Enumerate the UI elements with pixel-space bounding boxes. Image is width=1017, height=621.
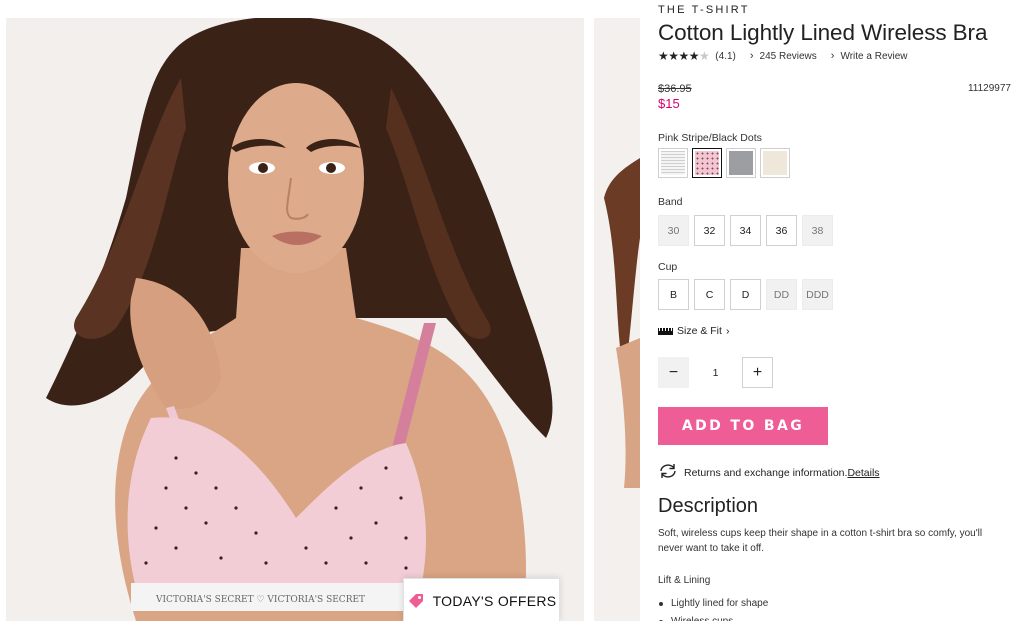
band-option-30[interactable]: 30 xyxy=(658,215,689,246)
product-photo-main[interactable]: VICTORIA'S SECRET ♡ VICTORIA'S SECRET xyxy=(6,18,584,621)
star-rating-icon: ★★★★★ xyxy=(658,49,710,63)
rating-row: ★★★★★ (4.1) › 245 Reviews › Write a Revi… xyxy=(658,49,908,63)
lift-lining-heading: Lift & Lining xyxy=(658,575,711,586)
ruler-icon xyxy=(658,327,673,335)
quantity-stepper: − 1 + xyxy=(658,357,773,388)
cup-option-c[interactable]: C xyxy=(694,279,725,310)
rating-value: (4.1) xyxy=(715,50,736,62)
cup-size-options: B C D DD DDD xyxy=(658,279,833,310)
quantity-decrease-button[interactable]: − xyxy=(658,357,689,388)
refresh-cycle-icon xyxy=(658,463,678,482)
todays-offers-label: TODAY'S OFFERS xyxy=(432,592,557,609)
lift-lining-list: Lightly lined for shape Wireless cups xyxy=(658,595,768,621)
model-photo-secondary xyxy=(594,18,640,621)
chevron-right-icon: › xyxy=(725,325,730,337)
reviews-link[interactable]: 245 Reviews xyxy=(760,51,817,62)
returns-info: Returns and exchange information.Details xyxy=(658,463,880,482)
size-fit-label: Size & Fit xyxy=(677,325,722,337)
product-photo-second[interactable] xyxy=(594,18,640,621)
band-size-options: 30 32 34 36 38 xyxy=(658,215,833,246)
returns-details-link[interactable]: Details xyxy=(847,467,879,479)
list-item: Wireless cups xyxy=(658,613,768,621)
quantity-increase-button[interactable]: + xyxy=(742,357,773,388)
quantity-value[interactable]: 1 xyxy=(689,367,742,379)
band-label: Band xyxy=(658,196,683,208)
list-item: Lightly lined for shape xyxy=(658,595,768,613)
selected-color-label: Pink Stripe/Black Dots xyxy=(658,132,762,144)
product-sku: 11129977 xyxy=(967,83,1011,94)
collection-eyebrow: THE T-SHIRT xyxy=(658,4,750,16)
product-details-panel: THE T-SHIRT Cotton Lightly Lined Wireles… xyxy=(658,0,1013,621)
svg-text:VICTORIA'S SECRET ♡ VICTORIA: VICTORIA'S SECRET ♡ VICTORIA'S SECRET xyxy=(155,595,365,605)
cup-option-dd[interactable]: DD xyxy=(766,279,797,310)
chevron-right-icon: › xyxy=(749,50,754,62)
product-title: Cotton Lightly Lined Wireless Bra xyxy=(658,20,988,45)
sale-price: $15 xyxy=(658,96,680,111)
todays-offers-button[interactable]: TODAY'S OFFERS xyxy=(403,578,560,621)
write-review-link[interactable]: Write a Review xyxy=(840,51,907,62)
color-swatch-heather-grey[interactable] xyxy=(726,148,756,178)
cup-label: Cup xyxy=(658,261,678,273)
color-swatch-list xyxy=(658,148,790,178)
band-option-38[interactable]: 38 xyxy=(802,215,833,246)
description-text: Soft, wireless cups keep their shape in … xyxy=(658,528,983,554)
description-heading: Description xyxy=(658,495,759,517)
band-option-32[interactable]: 32 xyxy=(694,215,725,246)
price-tag-icon xyxy=(407,592,425,610)
cup-option-d[interactable]: D xyxy=(730,279,761,310)
color-swatch-ivory[interactable] xyxy=(760,148,790,178)
chevron-right-icon: › xyxy=(830,50,835,62)
cup-option-b[interactable]: B xyxy=(658,279,689,310)
color-swatch-black-stripe[interactable] xyxy=(658,148,688,178)
product-image-gallery: VICTORIA'S SECRET ♡ VICTORIA'S SECRET TO… xyxy=(0,0,640,621)
add-to-bag-button[interactable]: ADD TO BAG xyxy=(658,407,828,445)
returns-text: Returns and exchange information. xyxy=(684,466,848,479)
size-fit-link[interactable]: Size & Fit › xyxy=(658,325,729,337)
band-option-34[interactable]: 34 xyxy=(730,215,761,246)
model-photo: VICTORIA'S SECRET ♡ VICTORIA'S SECRET xyxy=(6,18,584,621)
cup-option-ddd[interactable]: DDD xyxy=(802,279,833,310)
band-option-36[interactable]: 36 xyxy=(766,215,797,246)
color-swatch-pink-stripe-black-dots[interactable] xyxy=(692,148,722,178)
original-price: $36.95 xyxy=(658,83,692,95)
